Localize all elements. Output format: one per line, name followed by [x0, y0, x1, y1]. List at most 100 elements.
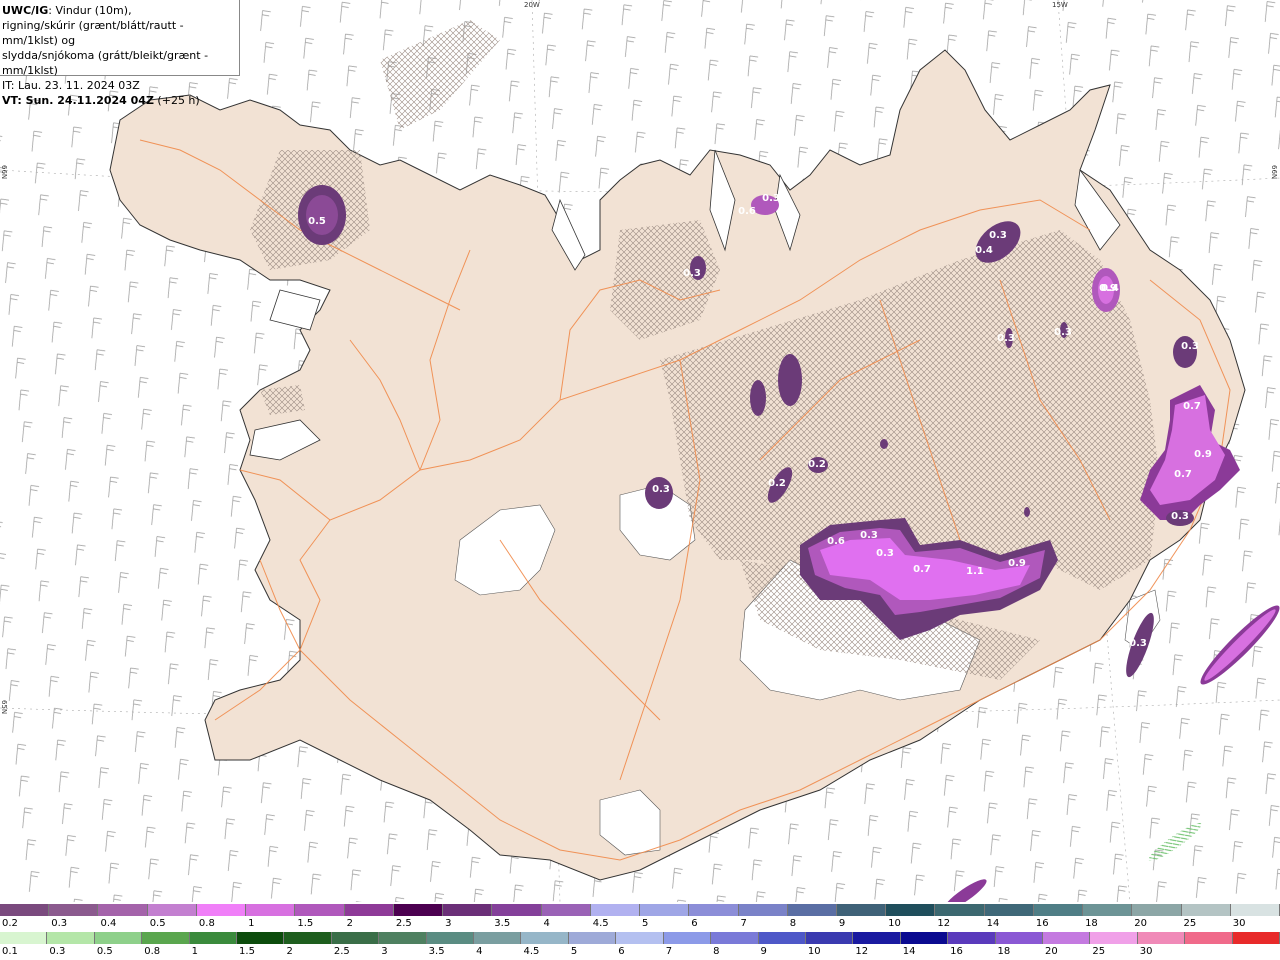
lat-label-66n-left: 66N [0, 165, 8, 180]
lat-label-65n-left: 65N [0, 700, 8, 715]
scale-tick-label: 14 [986, 918, 1000, 929]
scale-tick-label: 7 [665, 946, 673, 957]
scale-tick-label: 4.5 [523, 946, 540, 957]
title-line3: slydda/snjókoma (grátt/bleikt/grænt - mm… [2, 49, 209, 77]
scale-tick-label: 2 [286, 946, 293, 957]
precip-label: 0.3 [1129, 638, 1147, 649]
scale-tick-label: 0.5 [149, 918, 166, 929]
scale-tick-label: 8 [789, 918, 797, 929]
scale-tick-label: 2 [346, 918, 353, 929]
scale-swatch [616, 932, 664, 944]
precip-label: 0.7 [1174, 469, 1192, 480]
scale-tick-label: 20 [1134, 918, 1148, 929]
scale-swatch [1083, 904, 1133, 916]
scale-swatch [521, 932, 569, 944]
precip-label: 0.3 [652, 484, 670, 495]
scale-swatch [426, 932, 475, 944]
model-name: UWC/IG [2, 4, 49, 17]
title-line1: : Vindur (10m), [48, 4, 132, 17]
scale-swatch [474, 932, 522, 944]
precip-label: 0.9 [1194, 449, 1212, 460]
scale-tick-label: 0.8 [144, 946, 161, 957]
precip-label: 0.7 [913, 564, 931, 575]
scale-swatch [98, 904, 148, 916]
precip-label: 0.2 [768, 478, 786, 489]
scale-swatch [344, 904, 394, 916]
precip-label: 1.1 [966, 566, 984, 577]
map-title-box: UWC/IG: Vindur (10m), rigning/skúrir (gr… [0, 0, 240, 107]
scale-tick-label: 0.1 [2, 946, 18, 957]
scale-tick-label: 0.8 [198, 918, 215, 929]
precip-label: 0.5 [308, 216, 326, 227]
scale-swatch [47, 932, 95, 944]
lon-label-15w: 15W [1052, 1, 1068, 9]
precip-label: 0.3 [683, 268, 701, 279]
scale-swatch [237, 932, 285, 944]
scale-swatch [331, 932, 380, 944]
forecast-map: 0.50.60.30.30.40.90.30.30.30.30.40.70.90… [0, 0, 1280, 902]
scale-tick-label: 3.5 [494, 918, 511, 929]
scale-tick-label: 30 [1232, 918, 1246, 929]
scale-swatch [189, 932, 238, 944]
scale-tick-label: 0.5 [96, 946, 113, 957]
scale-swatch [0, 932, 48, 944]
precip-label: 0.3 [1171, 511, 1189, 522]
scale-tick-label: 1 [248, 918, 255, 929]
scale-tick-label: 10 [807, 946, 821, 957]
scale-tick-label: 5 [642, 918, 649, 929]
scale-tick-label: 10 [888, 918, 901, 929]
precip-label: 0.2 [808, 459, 826, 470]
snow-scale-ticks: 0.2 0.3 0.4 0.5 0.8 1 1.5 2 2.5 3 3.5 4 4.5 5 6 7 8 9 10 12… [0, 918, 1280, 931]
scale-swatch [1232, 932, 1280, 944]
rain-color-scale [0, 932, 1280, 944]
scale-swatch [836, 904, 887, 916]
scale-swatch [284, 932, 332, 944]
precip-label: 0.3 [860, 530, 878, 541]
title-line2: rigning/skúrir (grænt/blátt/rautt - mm/1… [2, 19, 184, 47]
scale-swatch [142, 932, 190, 944]
scale-swatch [246, 904, 296, 916]
precip-label: 0.4 [975, 245, 993, 256]
scale-tick-label: 25 [1183, 918, 1197, 929]
scale-swatch [590, 904, 641, 916]
precip-label: 0.4 [1101, 283, 1119, 294]
scale-tick-label: 0.4 [100, 918, 117, 929]
scale-swatch [1185, 932, 1233, 944]
scale-tick-label: 9 [760, 946, 767, 957]
scale-swatch [886, 904, 936, 916]
rain-scale-ticks: 0.1 0.3 0.5 0.8 1 1.5 2 2.5 3 3.5 4 4.5 5 6 7 8 9 10 12 14 1… [0, 946, 1280, 959]
scale-swatch [900, 932, 949, 944]
scale-tick-label: 3.5 [428, 946, 445, 957]
precip-label: 0.7 [1183, 401, 1201, 412]
precip-label: 0.3 [762, 193, 780, 204]
precip-label: 0.3 [876, 548, 894, 559]
valid-time-lead: (+25 h) [153, 94, 200, 107]
scale-tick-label: 14 [902, 946, 916, 957]
scale-swatch [568, 932, 617, 944]
scale-swatch [738, 904, 788, 916]
scale-swatch [49, 904, 99, 916]
scale-tick-label: 9 [838, 918, 846, 929]
scale-tick-label: 1.5 [297, 918, 314, 929]
scale-tick-label: 2.5 [395, 918, 412, 929]
precip-label: 0.9 [1008, 558, 1026, 569]
snow-color-scale [0, 904, 1280, 916]
scale-tick-label: 6 [618, 946, 625, 957]
scale-tick-label: 16 [1035, 918, 1049, 929]
scale-swatch [0, 904, 50, 916]
scale-tick-label: 16 [950, 946, 963, 957]
scale-tick-label: 2.5 [333, 946, 350, 957]
scale-swatch [805, 932, 854, 944]
scale-tick-label: 1 [191, 946, 198, 957]
scale-tick-label: 6 [691, 918, 698, 929]
scale-swatch [1042, 932, 1091, 944]
scale-swatch [147, 904, 197, 916]
scale-tick-label: 0.3 [49, 946, 66, 957]
scale-tick-label: 25 [1092, 946, 1106, 957]
precip-label: 0.6 [738, 206, 756, 217]
scale-swatch [1033, 904, 1084, 916]
scale-swatch [295, 904, 345, 916]
scale-tick-label: 0.2 [2, 918, 18, 929]
scale-tick-label: 0.3 [51, 918, 68, 929]
scale-tick-label: 8 [713, 946, 720, 957]
